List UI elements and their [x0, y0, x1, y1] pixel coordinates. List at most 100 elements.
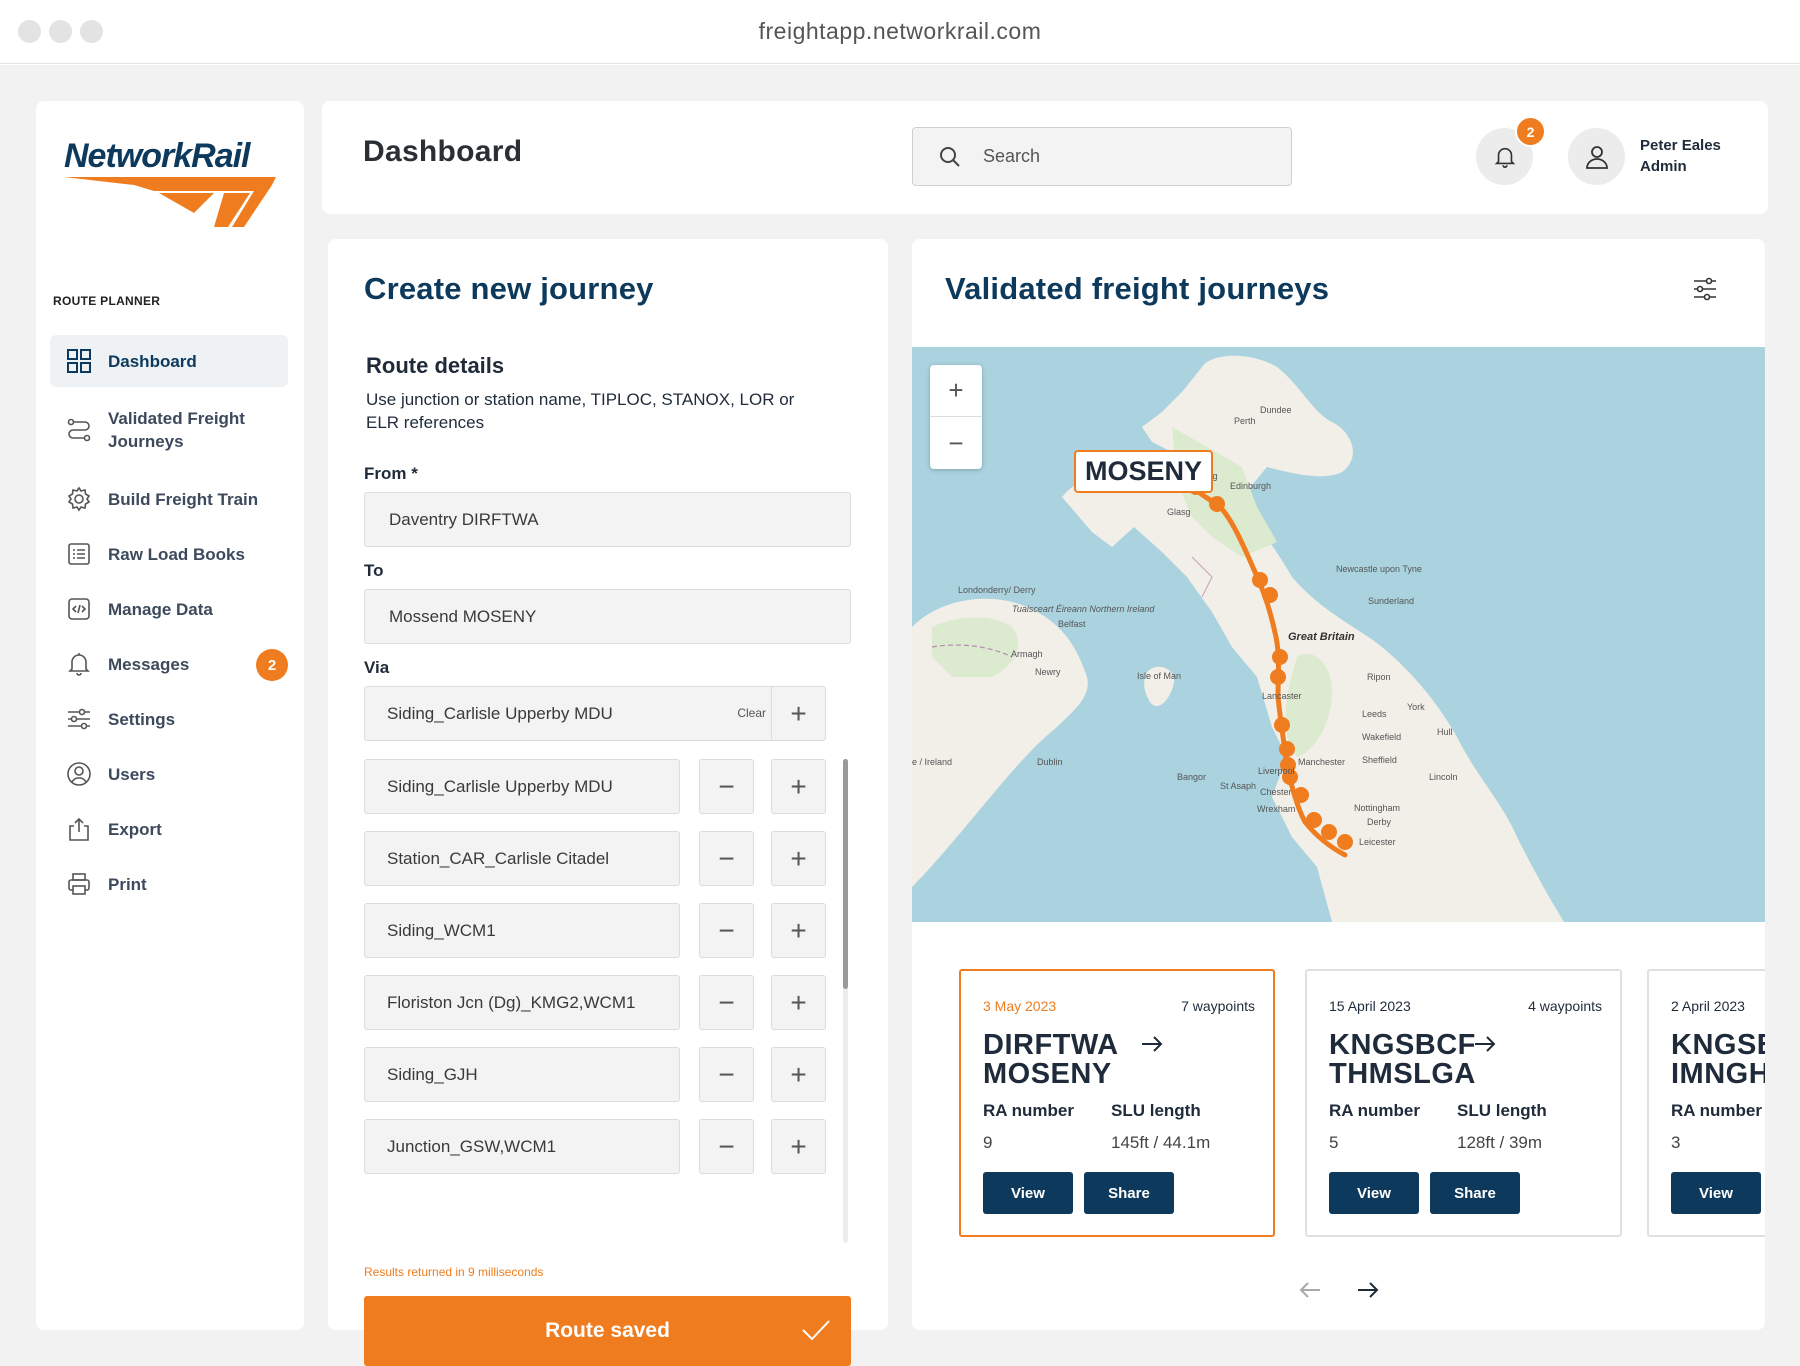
route-from: DIRFTWA	[983, 1029, 1119, 1061]
route-waypoint[interactable]	[1321, 824, 1337, 840]
route-waypoint[interactable]	[1274, 717, 1290, 733]
sliders-icon	[68, 708, 90, 730]
sidebar-item-label: Raw Load Books	[108, 544, 245, 564]
sidebar-nav: Dashboard Validated Freight Journeys Bui…	[50, 335, 288, 913]
previous-arrow-icon[interactable]	[1297, 1277, 1323, 1303]
slu-length-label: SLU length	[1111, 1101, 1201, 1120]
search-box[interactable]	[912, 127, 1292, 186]
map-canvas: Dundee Perth Stirling Edinburgh Glasg Ne…	[912, 347, 1765, 922]
route-waypoint[interactable]	[1209, 496, 1225, 512]
grid-icon	[67, 349, 91, 373]
route-planner-heading: ROUTE PLANNER	[53, 294, 161, 308]
avatar[interactable]	[1568, 128, 1625, 185]
via-field[interactable]: Siding_Carlisle Upperby MDU	[364, 759, 680, 814]
search-input[interactable]	[983, 128, 1273, 184]
share-button[interactable]: Share	[1084, 1172, 1174, 1214]
add-via-button[interactable]: +	[771, 1119, 826, 1174]
add-via-button[interactable]: +	[771, 686, 826, 741]
via-field[interactable]: Floriston Jcn (Dg)_KMG2,WCM1	[364, 975, 680, 1030]
browser-bar: freightapp.networkrail.com	[0, 0, 1800, 64]
remove-via-button[interactable]: −	[699, 831, 754, 886]
route-waypoint[interactable]	[1262, 587, 1278, 603]
list-icon	[68, 543, 90, 565]
ra-number-value: 9	[983, 1133, 993, 1152]
add-via-button[interactable]: +	[771, 759, 826, 814]
route-waypoint[interactable]	[1337, 834, 1353, 850]
route-saved-button[interactable]: Route saved	[364, 1296, 851, 1366]
sidebar-item-raw-load-books[interactable]: Raw Load Books	[50, 528, 288, 580]
zoom-out-button[interactable]: −	[930, 417, 982, 469]
via-field[interactable]: Siding_GJH	[364, 1047, 680, 1102]
add-via-button[interactable]: +	[771, 1047, 826, 1102]
remove-via-button[interactable]: −	[699, 1119, 754, 1174]
via-field[interactable]: Siding_WCM1	[364, 903, 680, 958]
via-value: Station_CAR_Carlisle Citadel	[387, 848, 610, 868]
address-bar[interactable]: freightapp.networkrail.com	[0, 18, 1800, 45]
add-via-button[interactable]: +	[771, 903, 826, 958]
zoom-in-button[interactable]: +	[930, 365, 982, 417]
networkrail-logo[interactable]: NetworkRail	[64, 129, 284, 229]
place-label: Liverpool	[1258, 766, 1295, 776]
route-waypoint[interactable]	[1270, 669, 1286, 685]
via-scrollbar-thumb[interactable]	[843, 759, 848, 989]
add-via-button[interactable]: +	[771, 831, 826, 886]
via-value: Floriston Jcn (Dg)_KMG2,WCM1	[387, 992, 636, 1012]
place-label: Belfast	[1058, 619, 1086, 629]
route-waypoint[interactable]	[1279, 741, 1295, 757]
app: NetworkRail ROUTE PLANNER Dashboard Vali…	[0, 65, 1800, 1366]
sidebar-item-validated-journeys[interactable]: Validated Freight Journeys	[50, 390, 288, 470]
journey-route: DIRFTWA MOSENY	[983, 1031, 1119, 1089]
via-field[interactable]: Station_CAR_Carlisle Citadel	[364, 831, 680, 886]
via-value: Junction_GSW,WCM1	[387, 1136, 557, 1156]
journey-date: 15 April 2023	[1329, 998, 1411, 1014]
route-waypoint[interactable]	[1306, 812, 1322, 828]
remove-via-button[interactable]: −	[699, 1047, 754, 1102]
add-via-button[interactable]: +	[771, 975, 826, 1030]
slu-length-value: 128ft / 39m	[1457, 1133, 1543, 1152]
journey-card[interactable]: 15 April 2023 4 waypoints KNGSBCF THMSLG…	[1305, 969, 1622, 1237]
via-field[interactable]: Siding_Carlisle Upperby MDU Clear	[364, 686, 780, 741]
remove-via-button[interactable]: −	[699, 975, 754, 1030]
place-label: Lancaster	[1262, 691, 1302, 701]
route-waypoint[interactable]	[1293, 787, 1309, 803]
next-arrow-icon[interactable]	[1355, 1277, 1381, 1303]
route-waypoint[interactable]	[1252, 572, 1268, 588]
top-header: Dashboard 2 Peter Eales Admin	[322, 101, 1768, 214]
view-button[interactable]: View	[983, 1172, 1073, 1214]
view-button[interactable]: View	[1329, 1172, 1419, 1214]
sidebar-item-label: Manage Data	[108, 599, 213, 619]
from-field[interactable]: Daventry DIRFTWA	[364, 492, 851, 547]
sidebar-item-build-freight-train[interactable]: Build Freight Train	[50, 473, 288, 525]
filter-sliders-icon[interactable]	[1692, 276, 1718, 302]
sidebar-item-manage-data[interactable]: Manage Data	[50, 583, 288, 635]
sidebar-item-messages[interactable]: Messages 2	[50, 638, 288, 690]
via-value: Siding_WCM1	[387, 920, 496, 940]
route-map[interactable]: Dundee Perth Stirling Edinburgh Glasg Ne…	[912, 347, 1765, 922]
view-button[interactable]: View	[1671, 1172, 1761, 1214]
remove-via-button[interactable]: −	[699, 903, 754, 958]
sidebar-item-print[interactable]: Print	[50, 858, 288, 910]
clear-button[interactable]: Clear	[737, 706, 766, 720]
via-field[interactable]: Junction_GSW,WCM1	[364, 1119, 680, 1174]
sidebar-item-dashboard[interactable]: Dashboard	[50, 335, 288, 387]
journey-card[interactable]: 3 May 2023 7 waypoints DIRFTWA MOSENY RA…	[959, 969, 1275, 1237]
sidebar-item-users[interactable]: Users	[50, 748, 288, 800]
sidebar-item-settings[interactable]: Settings	[50, 693, 288, 745]
route-icon	[67, 418, 91, 442]
via-label: Via	[364, 658, 390, 677]
place-label: Lincoln	[1429, 772, 1458, 782]
export-icon	[69, 817, 89, 841]
landmass-northern-ireland	[932, 617, 1019, 677]
sidebar-item-label: Print	[108, 874, 147, 894]
results-timing-text: Results returned in 9 milliseconds	[364, 1265, 544, 1279]
route-to: MOSENY	[983, 1058, 1112, 1090]
share-button[interactable]: Share	[1430, 1172, 1520, 1214]
remove-via-button[interactable]: −	[699, 759, 754, 814]
validated-journeys-panel: Validated freight journeys Dundee Perth …	[912, 239, 1765, 1330]
to-field[interactable]: Mossend MOSENY	[364, 589, 851, 644]
via-value: Siding_Carlisle Upperby MDU	[387, 776, 613, 796]
route-waypoint[interactable]	[1272, 649, 1288, 665]
journey-card[interactable]: 2 April 2023 KNGSB IMNGH RA number 3 Vie…	[1647, 969, 1765, 1237]
sidebar-item-export[interactable]: Export	[50, 803, 288, 855]
place-label: Leicester	[1359, 837, 1396, 847]
